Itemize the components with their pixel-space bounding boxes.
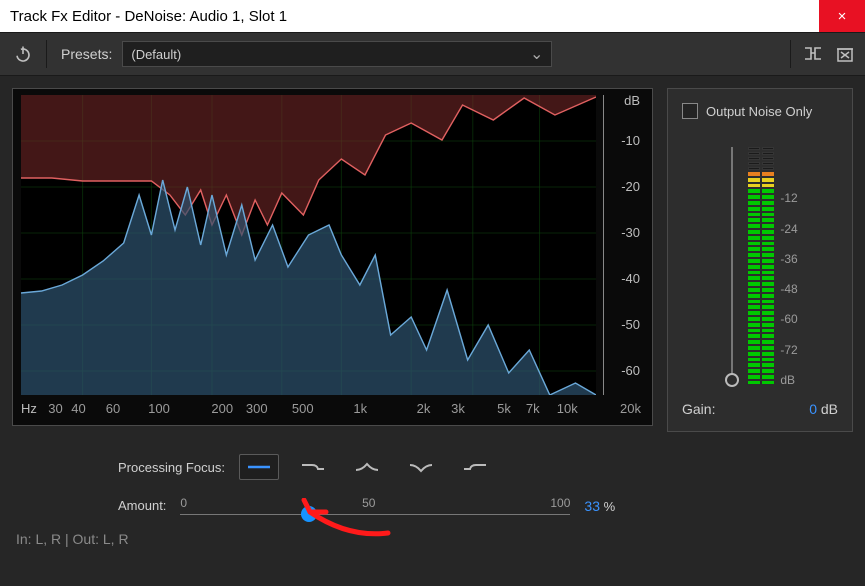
power-button[interactable] <box>10 41 36 67</box>
x-tick: 7k <box>526 401 540 416</box>
preset-value: (Default) <box>131 47 181 62</box>
meter-tick: -24 <box>780 222 797 236</box>
gain-unit: dB <box>821 401 838 417</box>
scale-tick: 50 <box>362 496 375 510</box>
y-tick: -60 <box>621 363 640 378</box>
focus-highshelf-button[interactable] <box>455 454 495 480</box>
preset-dropdown[interactable]: (Default) ⌄ <box>122 41 552 67</box>
checkbox-icon <box>682 103 698 119</box>
amount-label: Amount: <box>118 498 166 513</box>
y-tick: -40 <box>621 271 640 286</box>
x-axis: Hz 30 40 60 100 200 300 500 1k 2k 3k 5k … <box>21 395 596 425</box>
level-meter <box>748 147 774 387</box>
processing-focus-label: Processing Focus: <box>118 460 225 475</box>
x-tick: 20k <box>620 401 641 416</box>
meter-tick: -36 <box>780 252 797 266</box>
meter-tick: -48 <box>780 282 797 296</box>
output-noise-only-checkbox[interactable]: Output Noise Only <box>682 103 838 119</box>
chevron-down-icon: ⌄ <box>530 44 543 64</box>
gain-label: Gain: <box>682 401 715 417</box>
divider <box>46 40 47 68</box>
x-tick: 10k <box>557 401 578 416</box>
power-icon <box>14 45 32 63</box>
amount-value[interactable]: 33 <box>584 498 600 514</box>
scale-tick: 0 <box>180 496 187 510</box>
focus-highshelf-icon <box>462 461 488 473</box>
focus-notch-button[interactable] <box>401 454 441 480</box>
amount-slider[interactable]: 0 50 100 <box>180 496 570 515</box>
x-tick: 300 <box>246 401 268 416</box>
gain-slider[interactable] <box>722 147 742 387</box>
signal-spectrum-fill <box>21 180 596 395</box>
slider-knob-icon <box>725 373 739 387</box>
meter-panel: Output Noise Only -12 -24 <box>667 88 853 432</box>
close-button[interactable]: × <box>819 0 865 32</box>
delete-preset-icon[interactable] <box>835 44 855 64</box>
x-tick: 40 <box>71 401 85 416</box>
x-tick: 3k <box>451 401 465 416</box>
routing-icon[interactable] <box>803 44 823 64</box>
focus-full-button[interactable] <box>239 454 279 480</box>
focus-lowshelf-icon <box>300 461 326 473</box>
output-noise-only-label: Output Noise Only <box>706 104 812 119</box>
focus-full-icon <box>246 461 272 473</box>
y-tick: -20 <box>621 179 640 194</box>
meter-tick: -72 <box>780 343 797 357</box>
noise-spectrum-fill <box>21 95 596 235</box>
meter-tick: dB <box>780 373 797 387</box>
presets-label: Presets: <box>61 46 112 62</box>
window-title: Track Fx Editor - DeNoise: Audio 1, Slot… <box>10 8 287 25</box>
y-unit: dB <box>624 93 640 108</box>
x-tick: 500 <box>292 401 314 416</box>
focus-lowshelf-button[interactable] <box>293 454 333 480</box>
x-tick: 200 <box>211 401 233 416</box>
spectrum-panel: dB -10 -20 -30 -40 -50 -60 Hz 30 40 60 1… <box>12 88 653 426</box>
x-tick: 1k <box>353 401 367 416</box>
meter-tick: -12 <box>780 191 797 205</box>
focus-band-icon <box>354 461 380 473</box>
x-tick: 100 <box>148 401 170 416</box>
gain-value[interactable]: 0 <box>809 401 817 417</box>
x-tick: 30 <box>48 401 62 416</box>
divider <box>790 40 791 68</box>
io-status: In: L, R | Out: L, R <box>0 515 865 547</box>
y-tick: -30 <box>621 225 640 240</box>
meter-scale: -12 -24 -36 -48 -60 -72 dB <box>780 147 797 387</box>
spectrum-chart[interactable] <box>21 95 596 395</box>
y-tick: -10 <box>621 133 640 148</box>
meter-tick: -60 <box>780 312 797 326</box>
x-tick: 60 <box>106 401 120 416</box>
x-unit: Hz <box>21 401 37 416</box>
y-tick: -50 <box>621 317 640 332</box>
x-tick: 5k <box>497 401 511 416</box>
close-icon: × <box>838 8 847 25</box>
focus-band-button[interactable] <box>347 454 387 480</box>
amount-unit: % <box>604 499 616 514</box>
x-tick: 2k <box>417 401 431 416</box>
focus-notch-icon <box>408 461 434 473</box>
y-axis: dB -10 -20 -30 -40 -50 -60 <box>596 95 644 395</box>
scale-tick: 100 <box>550 496 570 510</box>
slider-knob-icon <box>301 506 317 522</box>
